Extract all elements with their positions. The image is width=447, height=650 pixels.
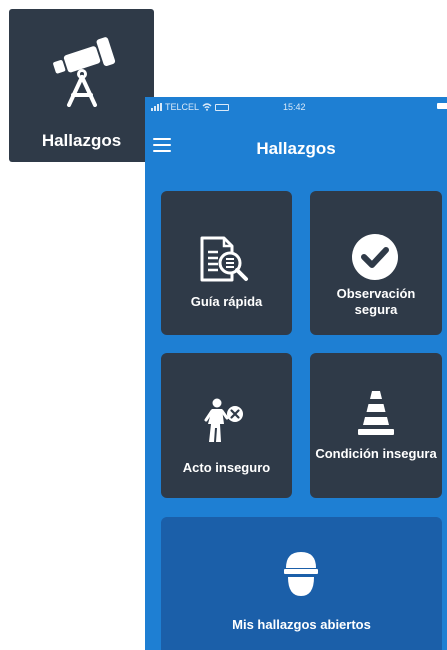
tile-condicion-insegura[interactable]: Condición insegura xyxy=(310,353,442,498)
app-icon-label: Hallazgos xyxy=(41,131,122,150)
battery-icon xyxy=(437,103,447,109)
tile-label: Acto inseguro xyxy=(182,460,271,475)
signal-icon xyxy=(151,103,162,111)
carrier-name: TELCEL xyxy=(165,102,200,112)
hard-hat-icon xyxy=(284,552,318,596)
tile-label: Mis hallazgos abiertos xyxy=(232,617,371,632)
tile-label: Condición insegura xyxy=(315,446,437,461)
traffic-cone-icon xyxy=(358,391,394,435)
person-cross-icon xyxy=(204,398,243,442)
checkmark-circle-icon xyxy=(352,234,398,280)
tile-mis-hallazgos-abiertos[interactable]: Mis hallazgos abiertos xyxy=(161,517,442,650)
telescope-icon xyxy=(53,37,116,107)
document-search-icon xyxy=(200,236,248,282)
page-title: Hallazgos xyxy=(256,139,336,158)
status-bar: TELCEL 15:42 xyxy=(145,97,447,117)
tile-observacion-segura[interactable]: Observación segura xyxy=(310,191,442,335)
status-time: 15:42 xyxy=(283,102,306,112)
tile-label: Observación segura xyxy=(336,286,416,317)
network-badge-icon xyxy=(215,103,230,111)
phone-screen: TELCEL 15:42 Hallazgos Guía rápida Obser… xyxy=(145,97,447,650)
wifi-icon xyxy=(202,103,212,111)
tile-label: Guía rápida xyxy=(190,294,263,309)
tile-guia-rapida[interactable]: Guía rápida xyxy=(161,191,292,335)
app-icon-hallazgos[interactable]: Hallazgos xyxy=(9,9,154,162)
app-header: Hallazgos xyxy=(145,125,447,165)
tile-acto-inseguro[interactable]: Acto inseguro xyxy=(161,353,292,498)
